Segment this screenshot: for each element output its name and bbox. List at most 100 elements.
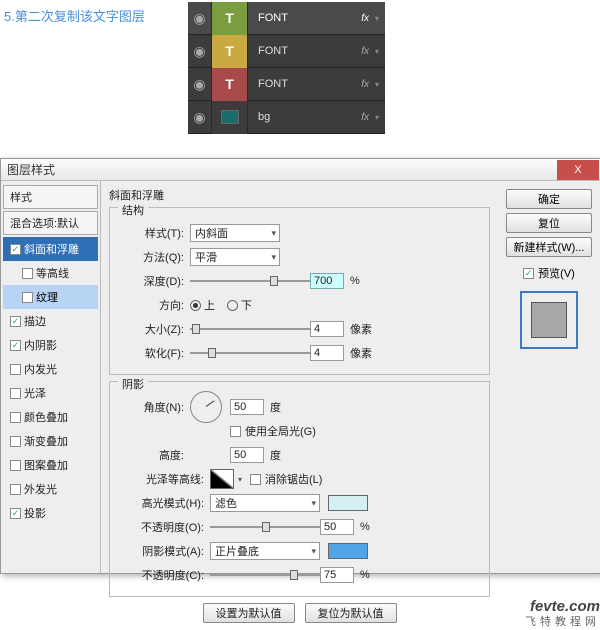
- inner-shadow-item[interactable]: ✓内阴影: [3, 333, 98, 357]
- layer-swatch: T: [212, 2, 248, 35]
- shadow-color-swatch[interactable]: [328, 543, 368, 559]
- pattern-overlay-item[interactable]: 图案叠加: [3, 453, 98, 477]
- checkbox-icon[interactable]: ✓: [10, 508, 21, 519]
- layer-name[interactable]: bg: [248, 111, 361, 123]
- checkbox-icon[interactable]: [10, 484, 21, 495]
- close-button[interactable]: X: [557, 160, 599, 180]
- ok-button[interactable]: 确定: [506, 189, 592, 209]
- style-dropdown[interactable]: 内斜面: [190, 224, 280, 242]
- visibility-icon[interactable]: ◉: [188, 68, 212, 101]
- stroke-item[interactable]: ✓描边: [3, 309, 98, 333]
- label: 内阴影: [24, 337, 57, 353]
- layer-name[interactable]: FONT: [248, 78, 361, 90]
- checkbox-icon[interactable]: ✓: [10, 244, 21, 255]
- preview-checkbox[interactable]: ✓: [523, 268, 534, 279]
- color-overlay-item[interactable]: 颜色叠加: [3, 405, 98, 429]
- step-annotation: 5.第二次复制该文字图层: [4, 6, 145, 25]
- highlight-mode-label: 高光模式(H):: [118, 495, 210, 511]
- method-dropdown[interactable]: 平滑: [190, 248, 280, 266]
- highlight-color-swatch[interactable]: [328, 495, 368, 511]
- depth-input[interactable]: 700: [310, 273, 344, 289]
- label: 图案叠加: [24, 457, 68, 473]
- highlight-opacity-slider[interactable]: [210, 520, 320, 534]
- chevron-down-icon[interactable]: ▾: [238, 475, 242, 484]
- highlight-opacity-label: 不透明度(O):: [118, 519, 210, 535]
- shadow-fieldset: 阴影 角度(N):50度 使用全局光(G) 高度:50度 光泽等高线:▾消除锯齿…: [109, 381, 490, 597]
- highlight-opacity-input[interactable]: 50: [320, 519, 354, 535]
- angle-control[interactable]: [190, 391, 222, 423]
- soften-slider[interactable]: [190, 346, 310, 360]
- shadow-opacity-input[interactable]: 75: [320, 567, 354, 583]
- chevron-down-icon[interactable]: ▾: [375, 80, 385, 89]
- label: 斜面和浮雕: [24, 241, 79, 257]
- blend-options-header[interactable]: 混合选项:默认: [3, 211, 98, 235]
- label: 等高线: [36, 265, 69, 281]
- soften-input[interactable]: 4: [310, 345, 344, 361]
- gloss-contour-swatch[interactable]: [210, 469, 234, 489]
- highlight-mode-dropdown[interactable]: 滤色: [210, 494, 320, 512]
- texture-item[interactable]: 纹理: [3, 285, 98, 309]
- antialias-checkbox[interactable]: [250, 474, 261, 485]
- fx-badge[interactable]: fx: [361, 79, 375, 90]
- set-default-button[interactable]: 设置为默认值: [203, 603, 295, 623]
- inner-glow-item[interactable]: 内发光: [3, 357, 98, 381]
- fx-badge[interactable]: fx: [361, 112, 375, 123]
- checkbox-icon[interactable]: [22, 292, 33, 303]
- chevron-down-icon[interactable]: ▾: [375, 47, 385, 56]
- layer-style-dialog: 图层样式 X 样式 混合选项:默认 ✓斜面和浮雕 等高线 纹理 ✓描边 ✓内阴影…: [0, 158, 600, 574]
- unit: %: [354, 521, 370, 533]
- checkbox-icon[interactable]: [22, 268, 33, 279]
- checkbox-icon[interactable]: [10, 412, 21, 423]
- contour-item[interactable]: 等高线: [3, 261, 98, 285]
- checkbox-icon[interactable]: ✓: [10, 316, 21, 327]
- dir-down-radio[interactable]: [227, 300, 238, 311]
- checkbox-icon[interactable]: ✓: [10, 340, 21, 351]
- checkbox-icon[interactable]: [10, 388, 21, 399]
- outer-glow-item[interactable]: 外发光: [3, 477, 98, 501]
- label: 渐变叠加: [24, 433, 68, 449]
- dialog-titlebar[interactable]: 图层样式 X: [1, 159, 600, 181]
- layer-row[interactable]: ◉ T FONT fx ▾: [188, 35, 385, 68]
- drop-shadow-item[interactable]: ✓投影: [3, 501, 98, 525]
- shadow-mode-dropdown[interactable]: 正片叠底: [210, 542, 320, 560]
- reset-default-button[interactable]: 复位为默认值: [305, 603, 397, 623]
- unit: 度: [264, 399, 281, 415]
- layer-row[interactable]: ◉ bg fx ▾: [188, 101, 385, 134]
- label: 光泽: [24, 385, 46, 401]
- layer-name[interactable]: FONT: [248, 45, 361, 57]
- watermark-domain: fevte.com: [525, 599, 600, 616]
- layer-row[interactable]: ◉ T FONT fx ▾: [188, 68, 385, 101]
- size-input[interactable]: 4: [310, 321, 344, 337]
- layer-row[interactable]: ◉ T FONT fx ▾: [188, 2, 385, 35]
- shadow-opacity-label: 不透明度(C):: [118, 567, 210, 583]
- fx-badge[interactable]: fx: [361, 13, 375, 24]
- styles-header[interactable]: 样式: [3, 185, 98, 209]
- bevel-item[interactable]: ✓斜面和浮雕: [3, 237, 98, 261]
- visibility-icon[interactable]: ◉: [188, 2, 212, 35]
- layer-name[interactable]: FONT: [248, 12, 361, 24]
- reset-button[interactable]: 复位: [506, 213, 592, 233]
- style-label: 样式(T):: [118, 225, 190, 241]
- global-light-checkbox[interactable]: [230, 426, 241, 437]
- fx-badge[interactable]: fx: [361, 46, 375, 57]
- size-slider[interactable]: [190, 322, 310, 336]
- new-style-button[interactable]: 新建样式(W)...: [506, 237, 592, 257]
- chevron-down-icon[interactable]: ▾: [375, 14, 385, 23]
- gradient-overlay-item[interactable]: 渐变叠加: [3, 429, 98, 453]
- depth-slider[interactable]: [190, 274, 310, 288]
- altitude-input[interactable]: 50: [230, 447, 264, 463]
- shadow-opacity-slider[interactable]: [210, 568, 320, 582]
- satin-item[interactable]: 光泽: [3, 381, 98, 405]
- chevron-down-icon[interactable]: ▾: [375, 113, 385, 122]
- checkbox-icon[interactable]: [10, 436, 21, 447]
- dir-down-label: 下: [241, 297, 252, 313]
- visibility-icon[interactable]: ◉: [188, 35, 212, 68]
- layer-swatch: T: [212, 68, 248, 101]
- shadow-mode-label: 阴影模式(A):: [118, 543, 210, 559]
- checkbox-icon[interactable]: [10, 364, 21, 375]
- visibility-icon[interactable]: ◉: [188, 101, 212, 134]
- angle-input[interactable]: 50: [230, 399, 264, 415]
- dir-up-radio[interactable]: [190, 300, 201, 311]
- antialias-label: 消除锯齿(L): [265, 471, 322, 487]
- checkbox-icon[interactable]: [10, 460, 21, 471]
